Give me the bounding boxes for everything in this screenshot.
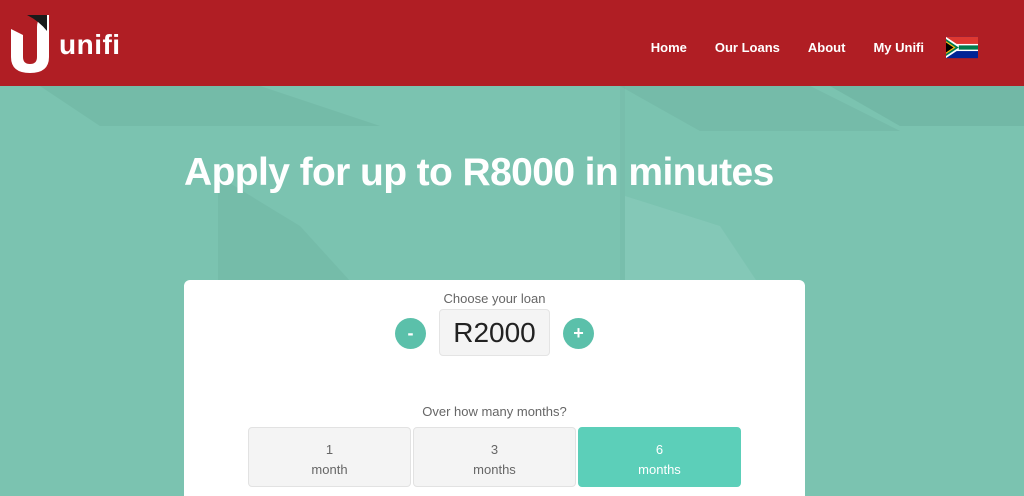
- month-option-unit: month: [311, 462, 348, 477]
- nav-about[interactable]: About: [808, 40, 846, 55]
- main-nav: Home Our Loans About My Unifi: [651, 36, 978, 59]
- unifi-logo-icon: [11, 15, 49, 73]
- month-option-3[interactable]: 3 months: [413, 427, 576, 487]
- nav-my-unifi[interactable]: My Unifi: [873, 40, 924, 55]
- month-option-value: 1: [325, 442, 334, 457]
- brand-name: unifi: [59, 29, 121, 60]
- brand-logo[interactable]: unifi: [7, 13, 127, 73]
- months-selector: 1 month 3 months 6 months: [248, 427, 741, 487]
- nav-home[interactable]: Home: [651, 40, 687, 55]
- month-option-6[interactable]: 6 months: [578, 427, 741, 487]
- decrease-amount-button[interactable]: -: [395, 318, 426, 349]
- month-option-unit: months: [473, 462, 516, 477]
- nav-our-loans[interactable]: Our Loans: [715, 40, 780, 55]
- site-header: unifi Home Our Loans About My Unifi: [0, 0, 1024, 86]
- loan-amount-input[interactable]: R2000: [439, 309, 550, 356]
- month-option-1[interactable]: 1 month: [248, 427, 411, 487]
- hero-title: Apply for up to R8000 in minutes: [184, 151, 774, 194]
- increase-amount-button[interactable]: +: [563, 318, 594, 349]
- loan-calculator-card: Choose your loan - R2000 + Over how many…: [184, 280, 805, 496]
- month-option-value: 6: [655, 442, 664, 457]
- month-option-unit: months: [638, 462, 681, 477]
- month-option-value: 3: [490, 442, 499, 457]
- loan-amount-label: Choose your loan: [443, 291, 546, 306]
- months-label: Over how many months?: [422, 404, 567, 419]
- south-africa-flag-icon[interactable]: [946, 36, 978, 59]
